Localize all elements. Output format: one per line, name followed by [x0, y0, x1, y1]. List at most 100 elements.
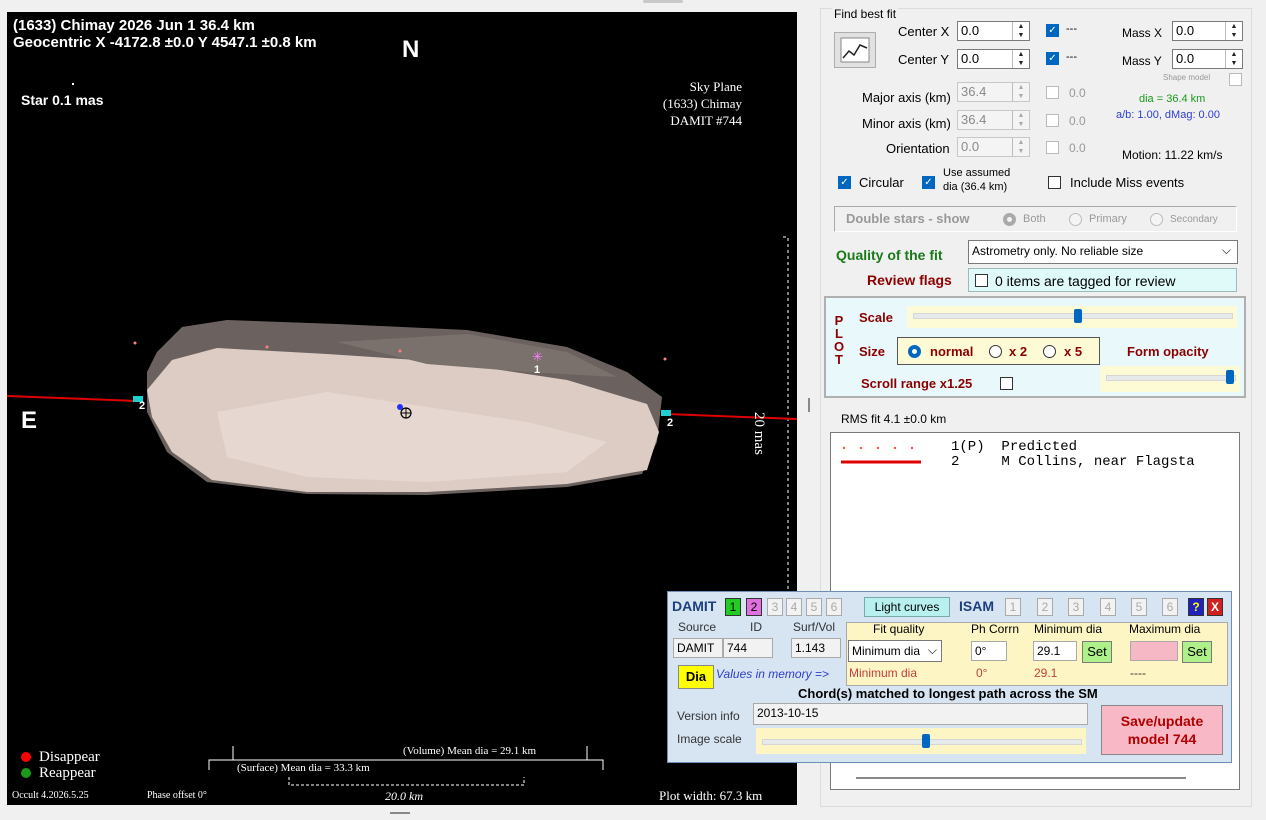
ph-corrn-input[interactable]: 0° [971, 641, 1007, 661]
isam-label: ISAM [959, 598, 994, 614]
isam-model-2[interactable]: 2 [1037, 598, 1053, 616]
center-x-fit-checkbox[interactable]: ✓ [1046, 24, 1059, 37]
dia-info: dia = 36.4 km [1139, 93, 1206, 105]
bottom-splitter[interactable] [390, 812, 410, 814]
surf-vol-value: 1.143 [791, 638, 841, 658]
include-miss-label: Include Miss events [1070, 175, 1185, 190]
isam-model-1[interactable]: 1 [1005, 598, 1021, 616]
secondary-label: Secondary [1170, 214, 1218, 225]
minor-axis-input[interactable]: 36.4 ▲ ▼ [957, 110, 1030, 130]
size-x5-radio[interactable] [1043, 345, 1056, 358]
surf-vol-header: Surf/Vol [793, 620, 836, 634]
quality-of-fit-label: Quality of the fit [836, 247, 943, 263]
minor-axis-label: Minor axis (km) [862, 116, 951, 131]
center-y-label: Center Y [898, 52, 950, 67]
review-flags-label: Review flags [867, 272, 952, 288]
scale-label: Scale [859, 310, 893, 325]
size-x2-radio[interactable] [989, 345, 1002, 358]
min-dia-input[interactable]: 29.1 [1033, 641, 1077, 661]
damit-model-5[interactable]: 5 [806, 598, 822, 616]
center-y-fit-checkbox[interactable]: ✓ [1046, 52, 1059, 65]
help-icon[interactable]: ? [1188, 598, 1204, 616]
legend-reappear: Reappear [39, 765, 96, 781]
fit-quality-select[interactable]: Minimum dia ⌵ [848, 640, 942, 662]
id-value: 744 [723, 638, 773, 658]
dia-button[interactable]: Dia [678, 665, 714, 689]
set-min-dia-button[interactable]: Set [1082, 641, 1112, 663]
orientation-checkbox[interactable] [1046, 141, 1059, 154]
primary-radio[interactable] [1069, 213, 1082, 226]
chord-list-item[interactable]: 1(P) Predicted [951, 440, 1077, 455]
major-axis-checkbox[interactable] [1046, 86, 1059, 99]
svg-text:✳: ✳ [532, 349, 543, 364]
plot-width-label: Plot width: 67.3 km [659, 788, 763, 803]
save-update-model-button[interactable]: Save/update model 744 [1101, 705, 1223, 755]
secondary-radio[interactable] [1150, 213, 1163, 226]
scroll-range-checkbox[interactable] [1000, 377, 1013, 390]
review-flags-box[interactable]: 0 items are tagged for review [968, 268, 1237, 292]
major-axis-label: Major axis (km) [862, 90, 951, 105]
size-normal-radio[interactable] [908, 345, 921, 358]
mass-y-input[interactable]: 0.0 ▲ ▼ [1172, 49, 1243, 69]
scale-slider[interactable] [907, 306, 1237, 328]
chord-list-item[interactable]: 2 M Collins, near Flagsta [951, 455, 1195, 470]
mass-y-label: Mass Y [1122, 54, 1162, 68]
mass-x-input[interactable]: 0.0 ▲ ▼ [1172, 21, 1243, 41]
center-x-input[interactable]: 0.0 ▲ ▼ [957, 21, 1030, 41]
memory-max-dia: ---- [1130, 666, 1146, 680]
form-opacity-label: Form opacity [1127, 344, 1209, 359]
close-icon[interactable]: X [1207, 598, 1223, 616]
isam-model-5[interactable]: 5 [1131, 598, 1147, 616]
source-header: Source [678, 620, 717, 634]
both-label: Both [1023, 213, 1046, 225]
find-best-fit-button[interactable] [834, 32, 876, 68]
chord-matched-label: Chord(s) matched to longest path across … [798, 686, 1098, 701]
include-miss-checkbox[interactable] [1048, 176, 1061, 189]
top-splitter[interactable] [643, 0, 683, 3]
quality-of-fit-select[interactable]: Astrometry only. No reliable size ⌵ [968, 240, 1238, 264]
isam-model-6[interactable]: 6 [1162, 598, 1178, 616]
shape-model-checkbox[interactable] [1229, 73, 1242, 86]
circular-label: Circular [859, 175, 904, 190]
damit-model-2[interactable]: 2 [746, 598, 762, 616]
orientation-input[interactable]: 0.0 ▲ ▼ [957, 137, 1030, 157]
ph-corrn-header: Ph Corrn [971, 622, 1020, 636]
chart-icon [840, 37, 870, 63]
id-header: ID [750, 620, 762, 634]
damit-model-3[interactable]: 3 [767, 598, 783, 616]
set-max-dia-button[interactable]: Set [1182, 641, 1212, 663]
isam-model-4[interactable]: 4 [1100, 598, 1116, 616]
primary-label: Primary [1089, 213, 1127, 225]
form-opacity-slider[interactable] [1100, 366, 1240, 392]
legend-disappear: Disappear [39, 749, 100, 765]
phase-offset-label: Phase offset 0° [147, 790, 207, 801]
circular-checkbox[interactable]: ✓ [838, 176, 851, 189]
find-best-fit-title: Find best fit [832, 7, 899, 21]
both-radio[interactable] [1003, 213, 1016, 226]
image-scale-slider[interactable] [756, 728, 1086, 754]
light-curves-button[interactable]: Light curves [864, 597, 950, 617]
damit-model-1[interactable]: 1 [725, 598, 741, 616]
version-info-value: 2013-10-15 [753, 703, 1088, 725]
isam-model-3[interactable]: 3 [1068, 598, 1084, 616]
damit-model-6[interactable]: 6 [826, 598, 842, 616]
size-x5-label: x 5 [1064, 344, 1083, 359]
memory-fit-quality: Minimum dia [849, 666, 918, 680]
orientation-fit-value: 0.0 [1069, 141, 1086, 155]
damit-model-4[interactable]: 4 [786, 598, 802, 616]
orientation-label: Orientation [886, 141, 950, 156]
max-dia-input[interactable] [1130, 641, 1178, 661]
version-info-label: Version info [677, 709, 740, 723]
motion-info: Motion: 11.22 km/s [1122, 148, 1223, 162]
use-assumed-checkbox[interactable]: ✓ [922, 176, 935, 189]
side-splitter[interactable] [808, 398, 810, 412]
major-axis-input[interactable]: 36.4 ▲ ▼ [957, 82, 1030, 102]
chord-1-label: 1 [534, 364, 541, 376]
scroll-range-label: Scroll range x1.25 [861, 376, 973, 391]
center-y-input[interactable]: 0.0 ▲ ▼ [957, 49, 1030, 69]
chord-list-scrollbar[interactable] [856, 777, 1186, 779]
disappear-marker [21, 752, 31, 762]
minor-axis-checkbox[interactable] [1046, 114, 1059, 127]
major-axis-fit-value: 0.0 [1069, 86, 1086, 100]
shape-model-label: Shape model [1163, 73, 1211, 82]
